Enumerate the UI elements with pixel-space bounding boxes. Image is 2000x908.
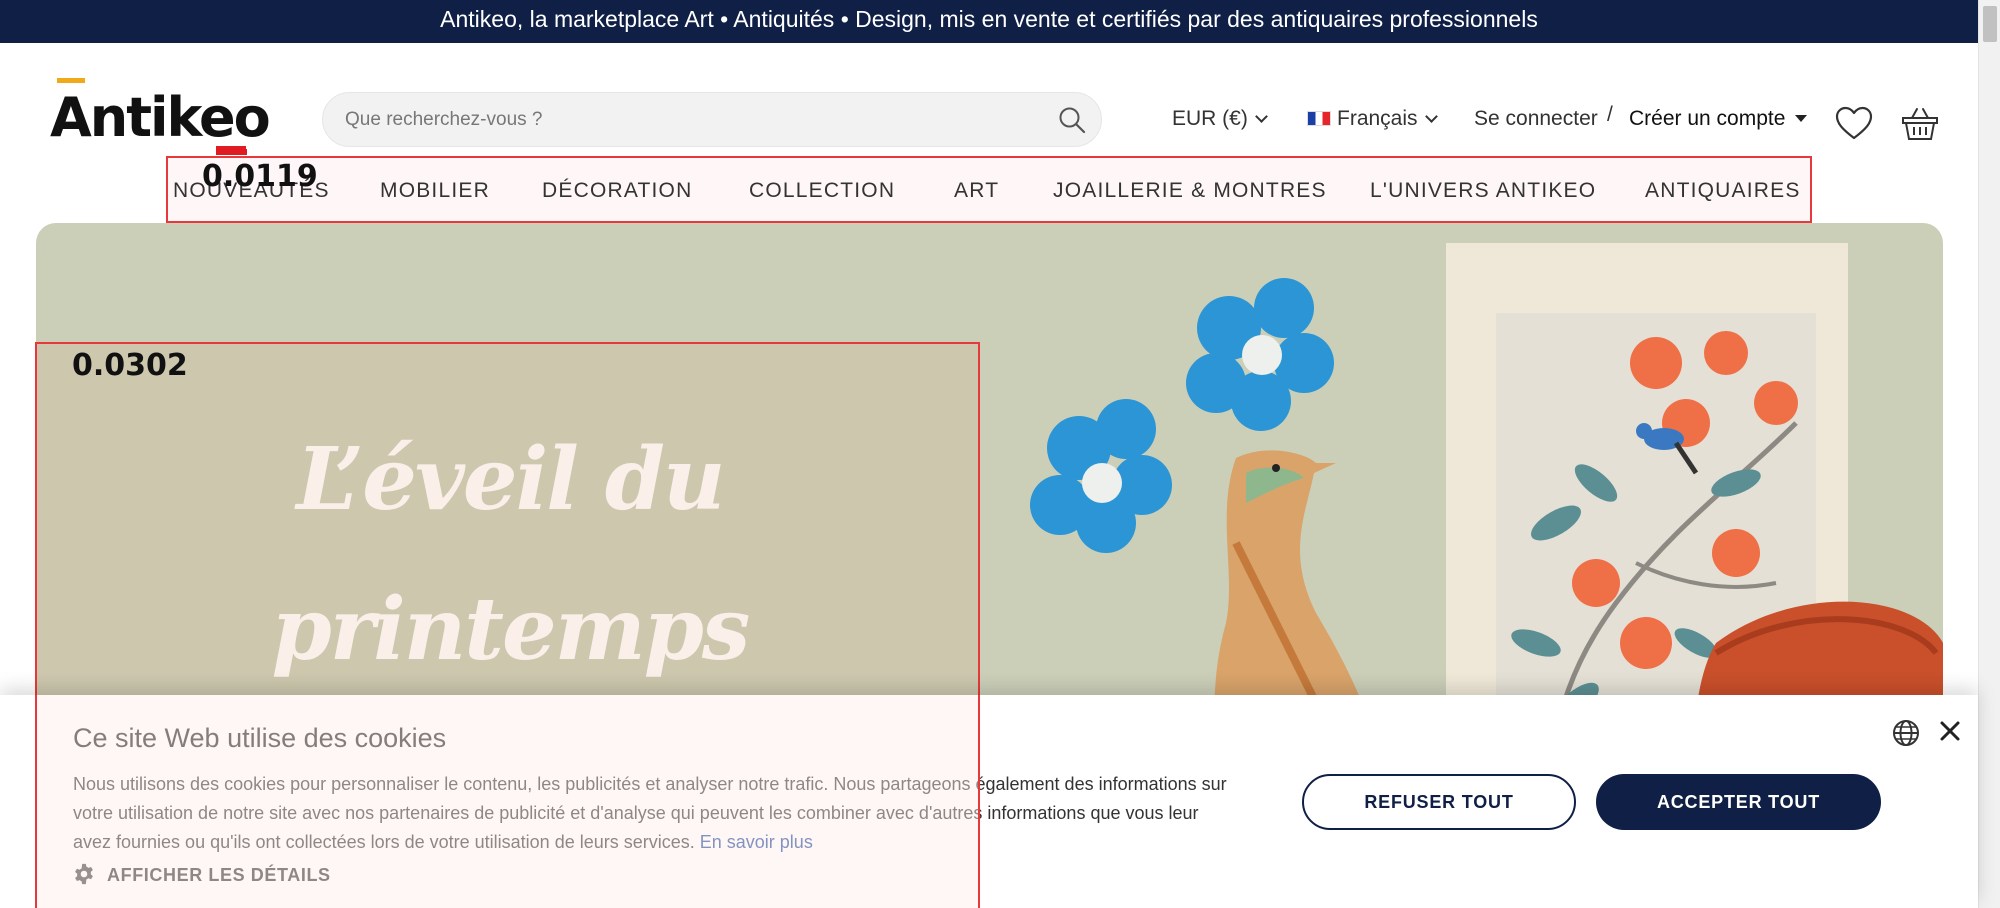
france-flag-icon <box>1307 111 1331 126</box>
hero-title-line-2: printemps <box>271 579 751 680</box>
score-marker <box>216 149 247 155</box>
currency-selector[interactable]: EUR (€) <box>1172 106 1268 132</box>
nav-item-univers-antikeo[interactable]: L'UNIVERS ANTIKEO <box>1370 178 1596 204</box>
cookie-title: Ce site Web utilise des cookies <box>73 723 447 753</box>
caret-down-icon <box>1795 115 1808 122</box>
nav-item-antiquaires[interactable]: ANTIQUAIRES <box>1645 178 1801 204</box>
refuse-all-button[interactable]: REFUSER TOUT <box>1302 774 1576 830</box>
hero-title: L’éveil du printemps <box>200 405 820 705</box>
nav-item-art[interactable]: ART <box>954 178 999 204</box>
nav-item-decoration[interactable]: DÉCORATION <box>542 178 692 204</box>
search-input[interactable] <box>345 93 1035 146</box>
cookie-learn-more-link[interactable]: En savoir plus <box>700 832 813 852</box>
cookie-show-details-toggle[interactable]: AFFICHER LES DÉTAILS <box>73 863 331 886</box>
cookie-description: Nous utilisons des cookies pour personna… <box>73 770 1233 857</box>
nav-item-joaillerie-montres[interactable]: JOAILLERIE & MONTRES <box>1053 178 1327 204</box>
accept-all-button[interactable]: ACCEPTER TOUT <box>1596 774 1881 830</box>
cookie-show-details-label: AFFICHER LES DÉTAILS <box>107 865 331 885</box>
chevron-down-icon <box>1254 110 1268 123</box>
create-account-dropdown[interactable]: Créer un compte <box>1629 106 1808 132</box>
close-icon[interactable] <box>1935 716 1965 746</box>
create-account-label: Créer un compte <box>1629 107 1786 130</box>
main-navigation: NOUVEAUTÉS MOBILIER DÉCORATION COLLECTIO… <box>166 156 1812 223</box>
login-link[interactable]: Se connecter <box>1474 106 1598 132</box>
search-icon[interactable] <box>1057 105 1087 135</box>
nav-item-collection[interactable]: COLLECTION <box>749 178 895 204</box>
language-label: Français <box>1337 107 1418 130</box>
basket-icon[interactable] <box>1900 104 1940 144</box>
currency-label: EUR (€) <box>1172 107 1248 130</box>
logo-text: Antikeo <box>50 86 271 149</box>
globe-icon[interactable] <box>1891 718 1921 748</box>
chevron-down-icon <box>1424 110 1438 123</box>
logo-accent-bar <box>57 78 85 83</box>
hero-title-line-1: L’éveil du <box>296 429 725 530</box>
heart-icon[interactable] <box>1834 104 1874 144</box>
search-bar <box>322 92 1102 147</box>
page-scrollbar[interactable] <box>1978 0 2000 908</box>
cookie-consent-banner: Ce site Web utilise des cookies Nous uti… <box>0 695 1978 908</box>
account-separator: / <box>1607 103 1613 126</box>
scrollbar-thumb[interactable] <box>1983 6 1997 42</box>
language-selector[interactable]: Français <box>1307 106 1438 132</box>
top-announcement-banner: Antikeo, la marketplace Art • Antiquités… <box>0 0 1978 43</box>
cookie-description-text: Nous utilisons des cookies pour personna… <box>73 774 1227 852</box>
hero-score-label: 0.0302 <box>72 348 188 383</box>
antikeo-logo[interactable]: Antikeo <box>50 78 271 158</box>
gear-icon <box>75 863 93 885</box>
nav-score-label: 0.0119 <box>202 159 318 194</box>
nav-item-mobilier[interactable]: MOBILIER <box>380 178 490 204</box>
